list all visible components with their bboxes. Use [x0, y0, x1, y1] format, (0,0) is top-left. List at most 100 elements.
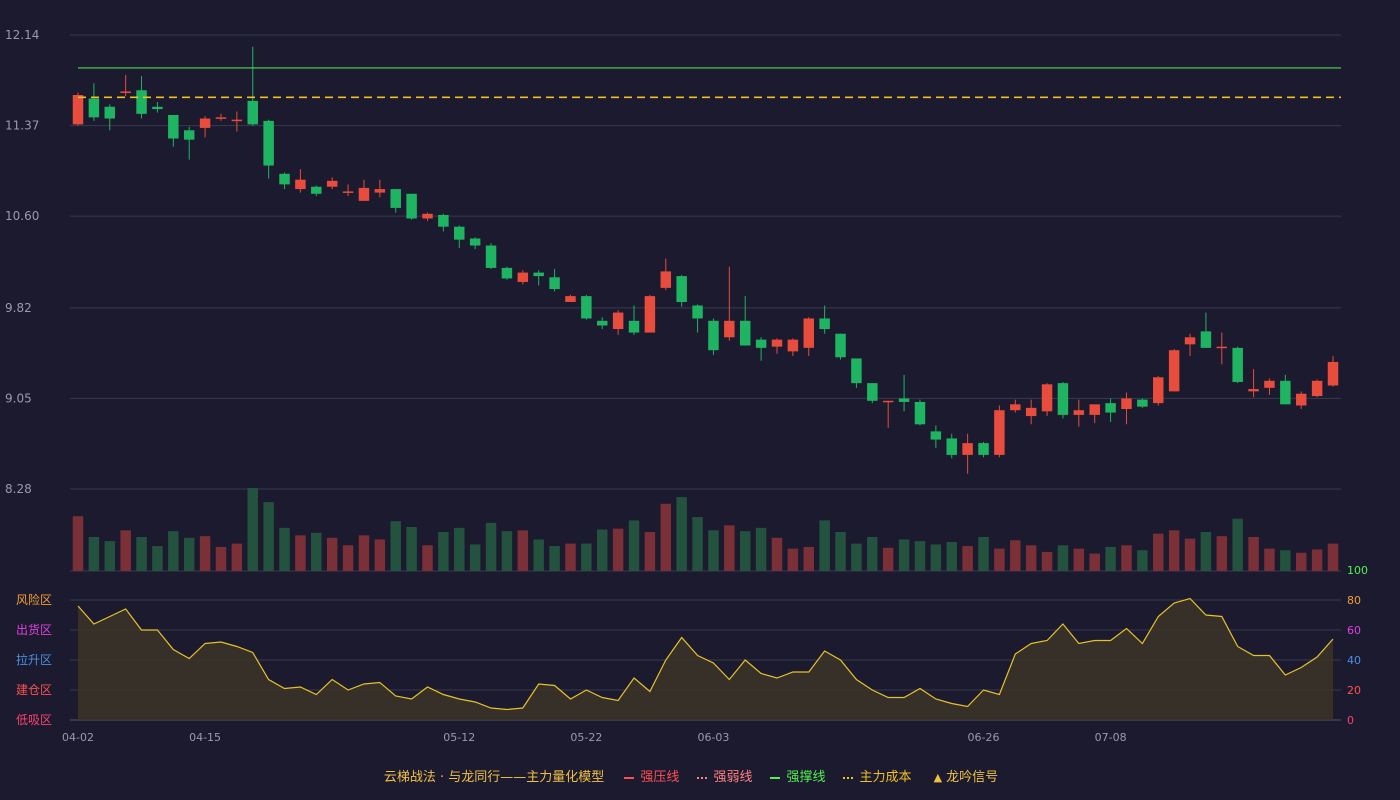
date-tick-label: 06-03	[697, 731, 729, 744]
volume-bar	[660, 503, 672, 571]
volume-bar	[279, 527, 290, 571]
candle-body	[692, 305, 703, 319]
price-tick-label: 10.60	[5, 209, 39, 223]
candle-body	[311, 186, 322, 194]
candle-body	[358, 187, 370, 201]
volume-bar	[1137, 550, 1148, 571]
indicator-tick-label: 0	[1347, 714, 1354, 727]
volume-bar	[1248, 536, 1259, 571]
volume-bar	[1025, 545, 1037, 571]
price-tick-label: 8.28	[5, 482, 32, 496]
volume-bar	[1264, 548, 1275, 571]
model-title: 云梯战法 · 与龙同行——主力量化模型	[383, 770, 605, 785]
indicator-tick-label: 60	[1347, 624, 1361, 637]
volume-bar	[406, 527, 417, 571]
price-tick-label: 9.05	[5, 391, 32, 405]
price-tick-label: 12.14	[5, 28, 39, 42]
volume-bar	[1311, 549, 1323, 571]
volume-bar	[708, 530, 719, 571]
volume-bar	[581, 543, 592, 571]
candle-body	[152, 106, 163, 110]
candle-body	[898, 398, 910, 402]
volume-bar	[422, 545, 433, 571]
volume-bar	[867, 536, 878, 571]
indicator-tick-label: 40	[1347, 654, 1361, 667]
volume-bar	[485, 522, 497, 571]
legend-item: 主力成本	[843, 766, 911, 785]
date-tick-label: 04-15	[189, 731, 221, 744]
candle-body	[454, 226, 465, 240]
candle-body	[390, 189, 401, 208]
candle-body	[247, 100, 258, 125]
volume-bar	[882, 547, 894, 571]
candle-body	[1216, 346, 1228, 349]
volume-bar	[1057, 545, 1069, 571]
candle-body	[231, 119, 243, 122]
volume-bars	[72, 488, 1339, 571]
price-tick-label: 11.37	[5, 119, 39, 133]
candle-body	[771, 339, 783, 347]
legend-swatch	[624, 776, 635, 779]
volume-bar	[374, 539, 386, 571]
volume-bar	[263, 502, 274, 571]
candle-body	[596, 320, 608, 326]
volume-bar	[199, 536, 211, 571]
volume-bar	[803, 546, 815, 571]
volume-bar	[835, 531, 846, 571]
candle-body	[803, 318, 815, 348]
candle-body	[517, 272, 529, 282]
volume-bar	[1105, 546, 1116, 571]
candle-body	[708, 320, 719, 351]
volume-bar	[787, 548, 799, 571]
volume-bar	[120, 530, 131, 571]
legend-item: 强弱线	[697, 766, 752, 785]
candle-body	[295, 179, 306, 190]
volume-bar	[1089, 553, 1100, 571]
volume-bar	[724, 525, 735, 571]
reference-lines	[78, 67, 1341, 99]
legend-swatch	[697, 776, 708, 779]
candle-body	[104, 106, 116, 119]
candle-body	[787, 339, 799, 352]
volume-bar	[1327, 543, 1339, 571]
zone-label: 建仓区	[16, 683, 52, 697]
legend-label: 主力成本	[859, 770, 912, 785]
candle-body	[374, 189, 386, 193]
volume-bar	[946, 541, 957, 571]
volume-bar	[1121, 545, 1132, 571]
volume-bar	[930, 544, 942, 571]
volume-bar	[898, 539, 910, 571]
date-tick-label: 05-12	[443, 731, 475, 744]
volume-bar	[469, 544, 481, 571]
volume-bar	[1295, 552, 1307, 571]
volume-bar	[739, 531, 751, 571]
candle-body	[1168, 350, 1180, 392]
candle-body	[1105, 403, 1116, 413]
candle-body	[739, 320, 751, 346]
indicator-tick-label: 80	[1347, 594, 1361, 607]
candle-body	[835, 333, 846, 358]
volume-bar	[1073, 548, 1085, 571]
volume-bar	[1232, 518, 1243, 571]
volume-bar	[358, 535, 370, 571]
candle-body	[501, 267, 513, 279]
price-grid	[70, 34, 1341, 721]
volume-bar	[501, 531, 513, 571]
candle-body	[88, 98, 100, 118]
kline-chart: 12.14 11.37 10.60 9.82 9.05 8.28 0 20 40 60 80 100 风…	[5, 28, 1368, 744]
zone-label: 拉升区	[16, 652, 52, 667]
volume-bar	[342, 545, 354, 571]
legend-item: 强压线	[624, 766, 679, 785]
candle-body	[565, 296, 576, 302]
candle-body	[549, 277, 560, 290]
volume-bar	[771, 537, 783, 571]
candle-body	[1295, 393, 1307, 406]
indicator-tick-label: 100	[1347, 564, 1368, 577]
candle-body	[438, 214, 449, 227]
candle-body	[1248, 389, 1259, 392]
candle-body	[1025, 407, 1037, 417]
volume-bar	[962, 546, 973, 571]
triangle-icon: ▲	[933, 771, 943, 784]
candle-body	[1200, 331, 1212, 348]
legend-item: 强撑线	[770, 766, 825, 785]
